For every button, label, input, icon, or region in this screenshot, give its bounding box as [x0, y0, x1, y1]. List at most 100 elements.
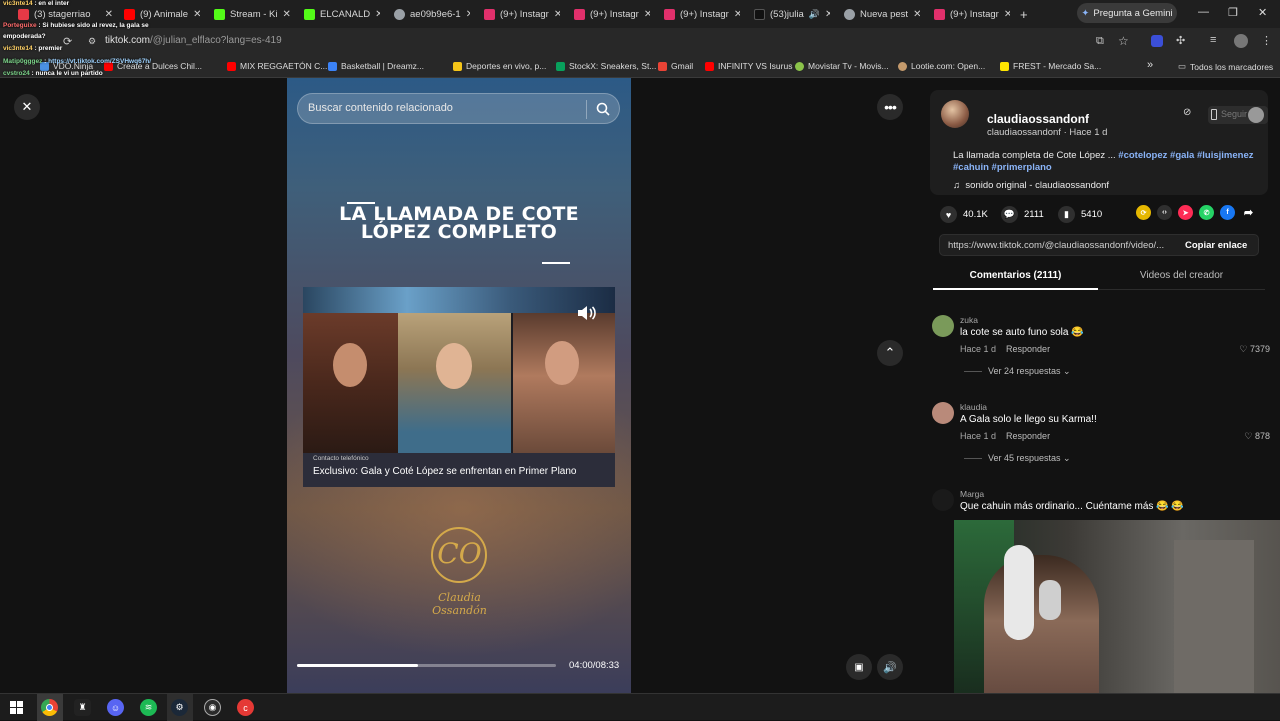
- view-replies-button[interactable]: Ver 24 respuestas ⌄: [964, 366, 1071, 377]
- site-info-icon[interactable]: ⚙: [88, 36, 96, 47]
- app-icon[interactable]: ♜: [74, 699, 91, 716]
- comment-like[interactable]: ♡ 878: [1244, 431, 1270, 442]
- facebook-icon[interactable]: f: [1220, 205, 1235, 220]
- browser-tab[interactable]: (9+) Instagr ✕: [664, 4, 740, 24]
- bookmark-item[interactable]: Basketball | Dreamz...: [328, 61, 424, 71]
- media-control-icon[interactable]: ≡: [1210, 34, 1216, 46]
- video-progress-bar[interactable]: [297, 664, 556, 667]
- url-field[interactable]: tiktok.com/@julian_elflaco?lang=es-419: [105, 35, 282, 46]
- creator-avatar[interactable]: [941, 100, 969, 128]
- bookmark-item[interactable]: FREST - Mercado Sa...: [1000, 61, 1101, 71]
- extensions-puzzle-icon[interactable]: ✣: [1176, 34, 1185, 47]
- bookmark-item[interactable]: MIX REGGAETÓN C...: [227, 61, 327, 71]
- compass-icon[interactable]: ⊘: [1183, 107, 1191, 118]
- browser-tab[interactable]: Stream - Ki ✕: [214, 4, 290, 24]
- repost-icon[interactable]: ⟳: [1136, 205, 1151, 220]
- gemini-button[interactable]: ✦ Pregunta a Gemini: [1077, 3, 1177, 23]
- commenter-name[interactable]: klaudia: [960, 402, 987, 412]
- comment-like[interactable]: ♡ 7379: [1239, 344, 1270, 355]
- send-icon[interactable]: ➤: [1178, 205, 1193, 220]
- close-icon[interactable]: ✕: [193, 9, 200, 20]
- tab-creator-videos[interactable]: Videos del creador: [1098, 264, 1265, 281]
- extension-icon[interactable]: [1151, 35, 1163, 47]
- sound-link[interactable]: ♫ sonido original - claudiaossandonf: [953, 180, 1109, 191]
- reload-icon[interactable]: ⟳: [63, 35, 72, 48]
- bookmark-item[interactable]: StockX: Sneakers, St...: [556, 61, 656, 71]
- bookmark-item[interactable]: Deportes en vivo, p...: [453, 61, 546, 71]
- view-replies-button[interactable]: Ver 45 respuestas ⌄: [964, 453, 1071, 464]
- browser-tab[interactable]: (9+) Instagr ✕: [484, 4, 560, 24]
- reply-button[interactable]: Responder: [1006, 431, 1050, 441]
- app-red-icon[interactable]: c: [237, 699, 254, 716]
- close-icon[interactable]: ✕: [1004, 9, 1010, 20]
- post-link[interactable]: https://www.tiktok.com/@claudiaossandonf…: [948, 240, 1178, 251]
- reply-button[interactable]: Responder: [1006, 344, 1050, 354]
- video-player[interactable]: Buscar contenido relacionado LA LLAMADA …: [287, 78, 631, 693]
- hashtag-link[interactable]: #luisjimenez: [1197, 150, 1254, 161]
- commenter-name[interactable]: Marga: [960, 489, 984, 499]
- speaker-icon[interactable]: 🔊: [809, 9, 820, 20]
- close-icon[interactable]: ✕: [913, 9, 920, 20]
- install-app-icon[interactable]: ⧉: [1096, 35, 1104, 48]
- whatsapp-icon[interactable]: ✆: [1199, 205, 1214, 220]
- obs-icon[interactable]: ◉: [204, 699, 221, 716]
- close-video-button[interactable]: ✕: [14, 94, 40, 120]
- steam-icon[interactable]: ⚙: [171, 699, 188, 716]
- close-icon[interactable]: ✕: [466, 9, 470, 20]
- browser-tab[interactable]: ae09b9e6-1 ✕: [394, 4, 470, 24]
- commenter-name[interactable]: zuka: [960, 315, 978, 325]
- browser-tab[interactable]: Nueva pest ✕: [844, 4, 920, 24]
- close-icon[interactable]: ✕: [644, 9, 650, 20]
- close-icon[interactable]: ✕: [283, 9, 290, 20]
- discord-icon[interactable]: ☺: [107, 699, 124, 716]
- hashtag-link[interactable]: #cotelopez: [1118, 150, 1167, 161]
- new-tab-button[interactable]: +: [1020, 4, 1034, 24]
- follow-button[interactable]: Seguir: [1208, 106, 1268, 124]
- browser-tab[interactable]: ELCANALD ✕: [304, 4, 380, 24]
- copy-link-button[interactable]: Copiar enlace: [1185, 240, 1247, 251]
- browser-tab[interactable]: (3) stagerriao ✕: [18, 4, 113, 24]
- windows-start-icon[interactable]: [8, 699, 25, 716]
- all-bookmarks-button[interactable]: ▭ Todos los marcadores: [1178, 61, 1273, 72]
- close-icon[interactable]: ✕: [375, 9, 380, 20]
- bookmark-item[interactable]: Lootie.com: Open...: [898, 61, 985, 71]
- close-window-icon[interactable]: ✕: [1258, 6, 1267, 19]
- comment-stat[interactable]: 💬 2111: [1001, 206, 1044, 223]
- close-icon[interactable]: ✕: [825, 9, 830, 20]
- browser-tab[interactable]: (9) Animale ✕: [124, 4, 200, 24]
- browser-tab[interactable]: (9+) Instagr ✕: [934, 4, 1010, 24]
- commenter-avatar[interactable]: [932, 315, 954, 337]
- creator-username[interactable]: claudiaossandonf: [987, 112, 1089, 126]
- hashtag-link[interactable]: #primerplano: [992, 162, 1052, 173]
- bookmark-item[interactable]: INFINITY VS Isurus: [705, 61, 792, 71]
- minimize-icon[interactable]: —: [1198, 6, 1209, 18]
- restore-icon[interactable]: ❐: [1228, 6, 1238, 19]
- floating-player-button[interactable]: ▣: [846, 654, 872, 680]
- browser-tab[interactable]: (53)julia 🔊 ✕: [754, 4, 830, 24]
- bookmark-item[interactable]: Movistar Tv - Movis...: [795, 61, 889, 71]
- close-icon[interactable]: ✕: [734, 9, 740, 20]
- close-icon[interactable]: ✕: [554, 9, 560, 20]
- profile-avatar[interactable]: [1234, 34, 1248, 48]
- commenter-avatar[interactable]: [932, 402, 954, 424]
- related-search-bar[interactable]: Buscar contenido relacionado: [297, 93, 620, 124]
- commenter-avatar[interactable]: [932, 489, 954, 511]
- more-bookmarks-button[interactable]: »: [1147, 59, 1153, 71]
- spotify-icon[interactable]: ≋: [140, 699, 157, 716]
- embed-icon[interactable]: ‹›: [1157, 205, 1172, 220]
- chrome-icon[interactable]: [41, 699, 58, 716]
- bookmark-star-icon[interactable]: ☆: [1118, 34, 1129, 48]
- like-stat[interactable]: ♥ 40.1K: [940, 206, 988, 223]
- hashtag-link[interactable]: #gala: [1170, 150, 1194, 161]
- menu-kebab-icon[interactable]: ⋮: [1261, 34, 1272, 47]
- hashtag-link[interactable]: #cahuin: [953, 162, 989, 173]
- browser-tab[interactable]: (9+) Instagr ✕: [574, 4, 650, 24]
- volume-button[interactable]: 🔊: [877, 654, 903, 680]
- bookmark-item[interactable]: Gmail: [658, 61, 693, 71]
- close-icon[interactable]: ✕: [105, 9, 113, 20]
- previous-video-button[interactable]: ⌃: [877, 340, 903, 366]
- share-icon[interactable]: ➦: [1241, 205, 1256, 220]
- tab-comments[interactable]: Comentarios (2111): [933, 264, 1098, 290]
- search-icon[interactable]: [596, 102, 610, 116]
- save-stat[interactable]: ▮ 5410: [1058, 206, 1102, 223]
